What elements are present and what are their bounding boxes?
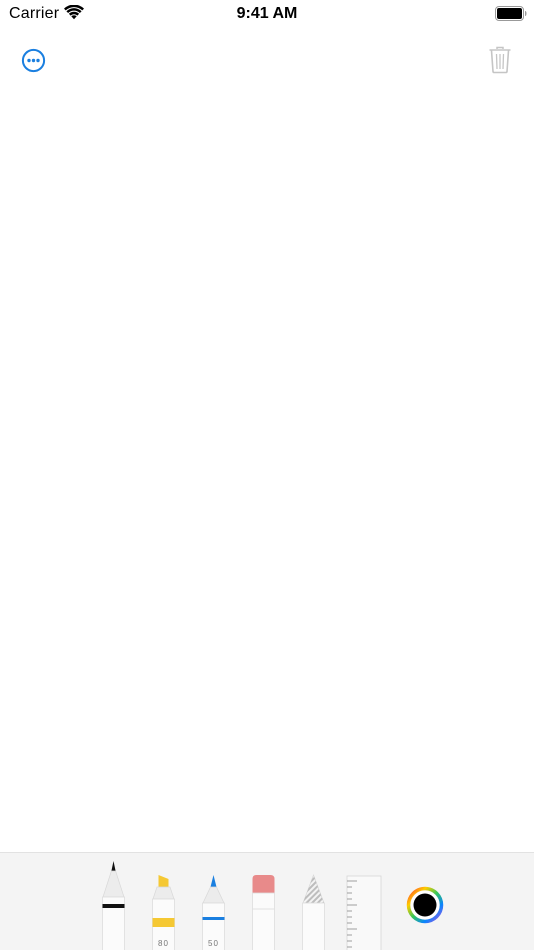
ellipsis-circle-icon <box>21 48 46 73</box>
marker-tool[interactable]: 80 <box>151 873 176 950</box>
battery-full-icon <box>495 6 527 21</box>
status-bar: Carrier 9:41 AM <box>0 0 534 28</box>
delete-button[interactable] <box>488 46 512 74</box>
pen-tool[interactable] <box>101 859 126 950</box>
pencil-width-label: 50 <box>208 939 219 948</box>
color-picker-button[interactable] <box>406 886 444 924</box>
ruler-icon <box>346 875 382 950</box>
status-time: 9:41 AM <box>236 5 298 22</box>
marker-width-label: 80 <box>158 939 169 948</box>
eraser-icon <box>252 875 275 950</box>
trash-icon <box>489 46 511 74</box>
lasso-tool[interactable] <box>301 873 326 950</box>
drawing-canvas[interactable] <box>0 88 534 852</box>
pen-icon <box>102 861 125 950</box>
more-options-button[interactable] <box>21 48 46 73</box>
ruler-tool[interactable] <box>346 875 382 950</box>
drawing-screen: Carrier 9:41 AM 80 50 <box>0 0 534 950</box>
lasso-icon <box>302 874 325 950</box>
pencil-tool[interactable]: 50 <box>201 873 226 950</box>
tool-picker: 80 50 <box>0 852 534 950</box>
eraser-tool[interactable] <box>251 873 276 950</box>
color-wheel-icon <box>406 886 444 924</box>
